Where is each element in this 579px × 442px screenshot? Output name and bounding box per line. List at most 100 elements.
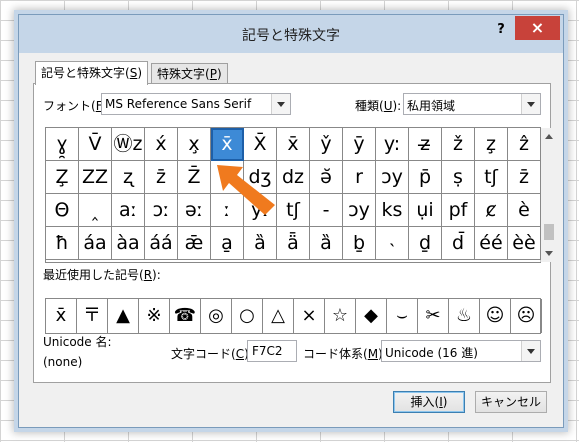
symbol-cell[interactable]: ṣ xyxy=(442,161,475,194)
symbol-cell[interactable]: ȳ xyxy=(343,128,376,161)
symbol-cell[interactable]: éé xyxy=(475,227,508,260)
recent-symbol-cell[interactable]: ☹ xyxy=(511,299,542,333)
recent-symbols[interactable]: x̄ 〒 ▲ ※ ☎ ◎ ○ △ × ☆ ◆ ⌣ ✂ ♨ ☺ ☹ xyxy=(45,298,542,334)
symbol-cell[interactable]: x̄ xyxy=(277,128,310,161)
symbol-cell[interactable]: aː xyxy=(112,194,145,227)
symbol-cell[interactable]: ɔː xyxy=(145,194,178,227)
recent-symbol-cell[interactable]: △ xyxy=(263,299,294,333)
tab-symbols[interactable]: 記号と特殊文字(S) xyxy=(35,61,148,85)
symbol-cell[interactable]: àa xyxy=(112,227,145,260)
symbol-cell[interactable]: p̄ xyxy=(409,161,442,194)
unicode-name-value: (none) xyxy=(43,355,83,369)
symbol-cell[interactable]: ǟ xyxy=(277,227,310,260)
grid-scrollbar[interactable] xyxy=(540,128,558,262)
symbol-cell[interactable]: X̄ xyxy=(244,128,277,161)
symbol-cell[interactable]: ħ xyxy=(46,227,79,260)
symbol-cell[interactable]: ks xyxy=(376,194,409,227)
recent-symbol-cell[interactable]: ⌣ xyxy=(387,299,418,333)
recent-symbol-cell[interactable]: ◆ xyxy=(356,299,387,333)
symbol-cell[interactable]: ǝ̆ xyxy=(310,161,343,194)
symbol-cell[interactable]: z̶ xyxy=(409,128,442,161)
symbol-cell[interactable]: a̱ xyxy=(211,227,244,260)
symbol-cell[interactable]: ʐ xyxy=(112,161,145,194)
subset-select[interactable]: 私用領域 xyxy=(403,93,541,115)
symbol-cell[interactable]: áa xyxy=(79,227,112,260)
close-button[interactable]: × xyxy=(515,16,560,40)
symbol-cell[interactable]: y: xyxy=(376,128,409,161)
dialog-title: 記号と特殊文字 xyxy=(242,28,340,44)
symbol-cell[interactable]: tʃ xyxy=(475,161,508,194)
symbol-cell[interactable]: d̄ xyxy=(442,227,475,260)
pointer-arrow-icon xyxy=(217,165,275,215)
symbol-cell[interactable]: Z̧ xyxy=(46,161,79,194)
recent-symbol-cell[interactable]: ☆ xyxy=(325,299,356,333)
scroll-down-icon[interactable] xyxy=(545,251,553,256)
symbol-cell[interactable]: ɣ̯ xyxy=(46,128,79,161)
symbol-cell[interactable]: Ⓦz xyxy=(112,128,145,161)
code-system-value: Unicode (16 進) xyxy=(385,346,478,360)
chevron-down-icon[interactable] xyxy=(271,94,290,114)
recent-symbol-cell[interactable]: ▲ xyxy=(108,299,139,333)
symbol-cell[interactable]: x̧ xyxy=(178,128,211,161)
symbol-cell[interactable]: èè xyxy=(508,227,541,260)
unicode-name-label: Unicode 名: xyxy=(43,335,112,349)
recent-symbol-cell[interactable]: ☺ xyxy=(480,299,511,333)
tab-special-characters[interactable]: 特殊文字(P) xyxy=(151,63,228,84)
symbol-cell[interactable]: pf xyxy=(442,194,475,227)
recent-symbol-cell[interactable]: ♨ xyxy=(449,299,480,333)
symbol-cell[interactable]: ḏ xyxy=(409,227,442,260)
symbol-cell[interactable]: z̄ xyxy=(508,161,541,194)
symbol-cell[interactable]: ɔy xyxy=(343,194,376,227)
cancel-button[interactable]: キャンセル xyxy=(475,391,547,413)
title-bar: 記号と特殊文字 ? × xyxy=(19,15,563,53)
code-system-select[interactable]: Unicode (16 進) xyxy=(381,340,541,362)
symbol-cell[interactable]: ǣ xyxy=(178,227,211,260)
recent-symbol-cell[interactable]: 〒 xyxy=(77,299,108,333)
subset-label: 種類(U): xyxy=(355,99,402,113)
chevron-down-icon[interactable] xyxy=(521,94,540,114)
symbol-cell[interactable]: z̧ xyxy=(475,128,508,161)
symbol-cell[interactable]: ụi xyxy=(409,194,442,227)
char-code-label: 文字コード(C): xyxy=(171,347,253,361)
symbol-cell[interactable]: Θ xyxy=(46,194,79,227)
recent-symbol-cell[interactable]: x̄ xyxy=(46,299,77,333)
symbol-cell[interactable]: Z̄ xyxy=(178,161,211,194)
symbol-cell[interactable]: z̄ xyxy=(145,161,178,194)
symbol-cell[interactable]: ž xyxy=(442,128,475,161)
symbol-cell[interactable]: ȁ xyxy=(310,227,343,260)
symbol-cell[interactable]: ɔy xyxy=(376,161,409,194)
symbol-cell[interactable]: V̄ xyxy=(79,128,112,161)
symbol-cell[interactable]: ẑ xyxy=(508,128,541,161)
recent-symbol-cell[interactable]: ✂ xyxy=(418,299,449,333)
symbol-cell[interactable]: ȼ xyxy=(475,194,508,227)
recent-label: 最近使用した記号(R): xyxy=(43,268,161,282)
font-value: MS Reference Sans Serif xyxy=(105,97,252,111)
help-icon[interactable]: ? xyxy=(493,21,509,39)
symbol-cell[interactable]: - xyxy=(310,194,343,227)
symbol-cell[interactable]: r xyxy=(343,161,376,194)
chevron-down-icon[interactable] xyxy=(521,341,540,361)
subset-value: 私用領域 xyxy=(407,99,456,113)
symbol-cell[interactable]: x̄ xyxy=(211,128,244,161)
insert-button[interactable]: 挿入(I) xyxy=(393,391,465,413)
symbol-cell[interactable]: əː xyxy=(178,194,211,227)
recent-symbol-cell[interactable]: × xyxy=(294,299,325,333)
symbol-cell[interactable]: ZZ xyxy=(79,161,112,194)
symbol-cell[interactable]: ȁ xyxy=(244,227,277,260)
char-code-input[interactable]: F7C2 xyxy=(247,340,297,362)
symbol-cell[interactable]: ḇ xyxy=(343,227,376,260)
symbol-cell[interactable]: áá xyxy=(145,227,178,260)
symbol-cell[interactable]: y̌ xyxy=(310,128,343,161)
scroll-up-icon[interactable] xyxy=(545,134,553,139)
recent-symbol-cell[interactable]: ◎ xyxy=(201,299,232,333)
font-select[interactable]: MS Reference Sans Serif xyxy=(101,93,291,115)
symbol-cell[interactable]: x́ xyxy=(145,128,178,161)
recent-symbol-cell[interactable]: ○ xyxy=(232,299,263,333)
scroll-thumb[interactable] xyxy=(544,224,554,240)
symbol-dialog: 記号と特殊文字 ? × 記号と特殊文字(S) 特殊文字(P) フォント(F): … xyxy=(18,14,564,428)
symbol-cell[interactable]: ‸ xyxy=(79,194,112,227)
recent-symbol-cell[interactable]: ※ xyxy=(139,299,170,333)
symbol-cell[interactable]: è xyxy=(508,194,541,227)
symbol-cell[interactable]: ˴ xyxy=(376,227,409,260)
recent-symbol-cell[interactable]: ☎ xyxy=(170,299,201,333)
